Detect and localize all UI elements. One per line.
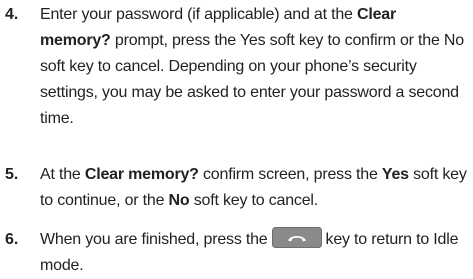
step-text-segment: At the xyxy=(40,166,85,183)
step-text: At the Clear memory? confirm screen, pre… xyxy=(40,162,470,214)
step-number: 4. xyxy=(5,6,19,23)
end-key-icon xyxy=(271,227,322,249)
step-number: 6. xyxy=(5,231,19,248)
step-number: 5. xyxy=(5,166,19,183)
instruction-page: 4. Enter your password (if applicable) a… xyxy=(0,0,473,279)
step-text: When you are finished, press the key to … xyxy=(40,227,470,279)
step-text-segment: Enter your password (if applicable) and … xyxy=(40,6,357,23)
step-text-segment: confirm screen, press the xyxy=(198,166,382,183)
step-text: Enter your password (if applicable) and … xyxy=(40,2,470,132)
step-text-segment: soft key to cancel. xyxy=(189,192,318,209)
step-text-segment: When you are finished, press the xyxy=(40,231,268,248)
bold-term-clear-memory: Clear memory? xyxy=(84,166,199,183)
bold-term-yes: Yes xyxy=(381,166,409,183)
bold-term-no: No xyxy=(168,192,190,209)
